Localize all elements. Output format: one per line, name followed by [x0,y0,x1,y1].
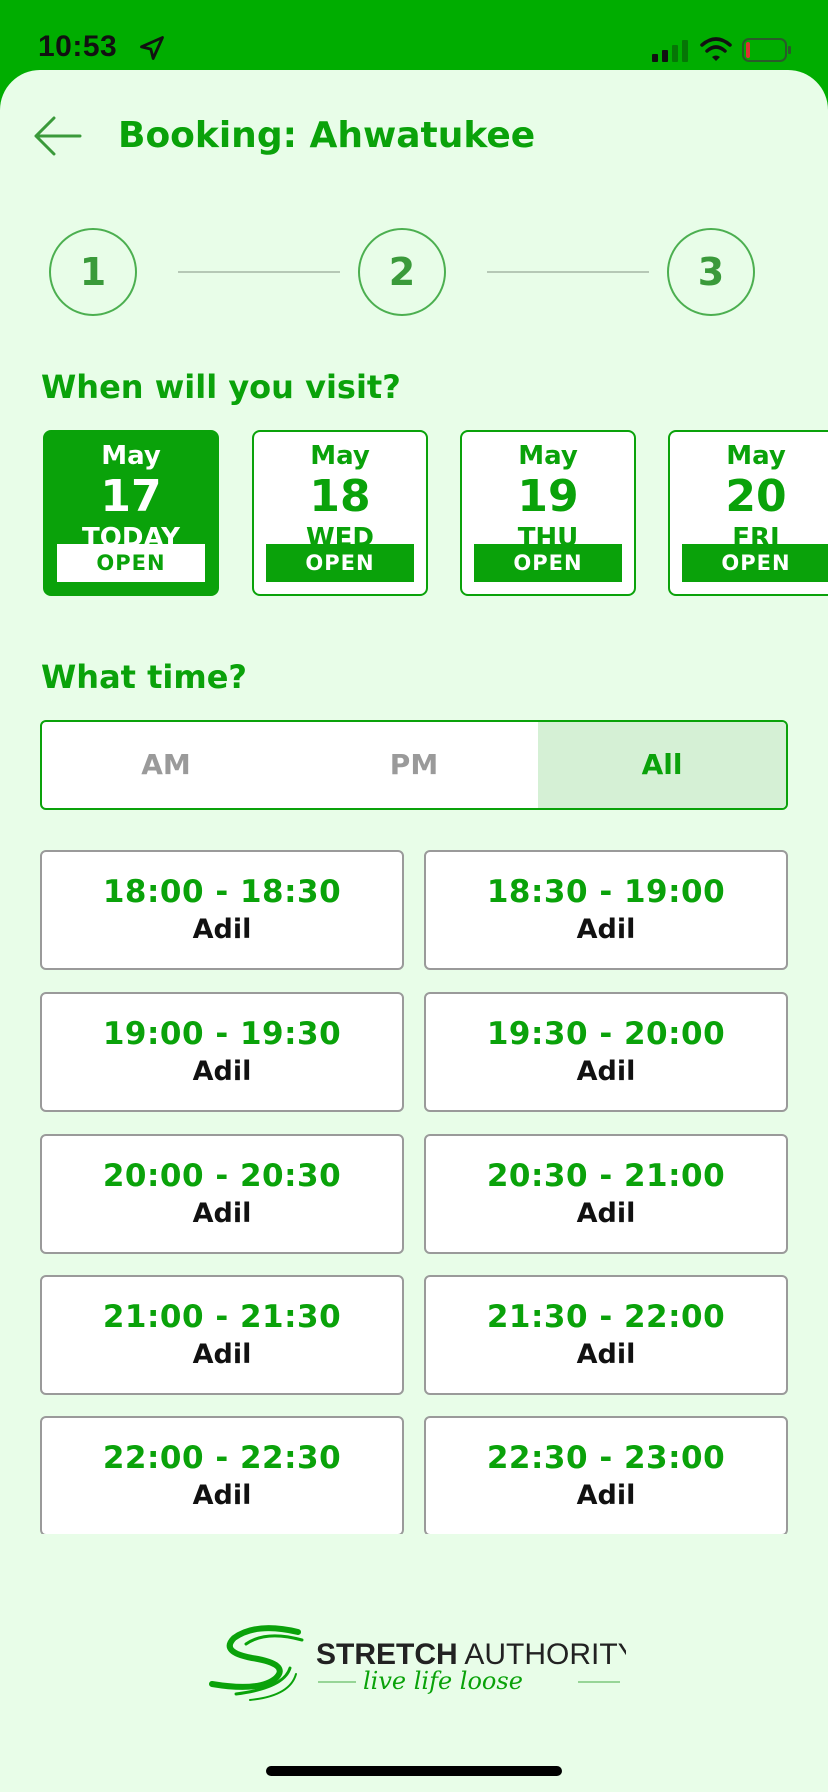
step-1: 1 [49,228,137,316]
date-day: 17 [100,471,162,522]
time-slot[interactable]: 21:00 - 21:30 Adil [40,1275,404,1395]
filter-am[interactable]: AM [42,722,290,808]
slot-provider: Adil [576,1198,636,1229]
date-status-badge: OPEN [474,544,622,582]
time-section-title: What time? [41,658,247,696]
time-filter-segmented-control: AM PM All [40,720,788,810]
time-slot[interactable]: 20:00 - 20:30 Adil [40,1134,404,1254]
home-indicator[interactable] [266,1766,562,1776]
progress-stepper: 1 2 3 [0,228,828,318]
step-connector [178,271,340,273]
step-2: 2 [358,228,446,316]
date-month: May [726,441,786,471]
time-slot[interactable]: 22:30 - 23:00 Adil [424,1416,788,1534]
filter-pm[interactable]: PM [290,722,538,808]
back-arrow-icon[interactable] [30,110,84,162]
status-time: 10:53 [38,30,118,63]
location-arrow-icon [140,36,164,60]
time-slot[interactable]: 19:00 - 19:30 Adil [40,992,404,1112]
slot-time: 22:30 - 23:00 [486,1440,726,1476]
time-slot[interactable]: 21:30 - 22:00 Adil [424,1275,788,1395]
time-slot[interactable]: 18:00 - 18:30 Adil [40,850,404,970]
step-connector [487,271,649,273]
time-slot[interactable]: 20:30 - 21:00 Adil [424,1134,788,1254]
slot-time: 20:30 - 21:00 [486,1158,726,1194]
date-day: 19 [517,471,579,522]
brand-tagline: live life loose [363,1667,523,1695]
cellular-signal-icon [652,40,688,62]
slot-provider: Adil [192,914,252,945]
time-slot-grid: 18:00 - 18:30 Adil 18:30 - 19:00 Adil 19… [0,850,828,1534]
slot-time: 21:00 - 21:30 [102,1299,342,1335]
slot-provider: Adil [192,1198,252,1229]
slot-time: 18:00 - 18:30 [102,874,342,910]
wifi-icon [700,37,732,61]
date-card-today[interactable]: May 17 TODAY OPEN [43,430,219,596]
date-day: 18 [309,471,371,522]
slot-time: 22:00 - 22:30 [102,1440,342,1476]
date-day: 20 [725,471,787,522]
booking-sheet: Booking: Ahwatukee 1 2 3 When will you v… [0,70,828,1792]
slot-provider: Adil [192,1339,252,1370]
slot-provider: Adil [192,1480,252,1511]
slot-provider: Adil [576,1339,636,1370]
date-status-badge: OPEN [57,544,205,582]
slot-time: 21:30 - 22:00 [486,1299,726,1335]
slot-provider: Adil [192,1056,252,1087]
time-slot[interactable]: 19:30 - 20:00 Adil [424,992,788,1112]
date-month: May [101,441,161,471]
slot-provider: Adil [576,1056,636,1087]
slot-provider: Adil [576,1480,636,1511]
step-3: 3 [667,228,755,316]
time-slot[interactable]: 18:30 - 19:00 Adil [424,850,788,970]
slot-provider: Adil [576,914,636,945]
page-title: Booking: Ahwatukee [118,115,536,156]
date-status-badge: OPEN [682,544,828,582]
swoosh-logo-icon [209,1625,304,1701]
status-bar: 10:53 [0,0,828,70]
filter-all[interactable]: All [538,722,786,808]
time-slot[interactable]: 22:00 - 22:30 Adil [40,1416,404,1534]
date-month: May [518,441,578,471]
date-status-badge: OPEN [266,544,414,582]
slot-time: 19:30 - 20:00 [486,1016,726,1052]
date-month: May [310,441,370,471]
date-card[interactable]: May 18 WED OPEN [252,430,428,596]
stretch-authority-logo: STRETCH AUTHORITY live life loose [209,1625,626,1701]
date-section-title: When will you visit? [41,368,401,406]
date-card[interactable]: May 19 THU OPEN [460,430,636,596]
slot-time: 18:30 - 19:00 [486,874,726,910]
date-card[interactable]: May 20 FRI OPEN [668,430,828,596]
slot-time: 20:00 - 20:30 [102,1158,342,1194]
slot-time: 19:00 - 19:30 [102,1016,342,1052]
battery-icon [742,38,791,62]
